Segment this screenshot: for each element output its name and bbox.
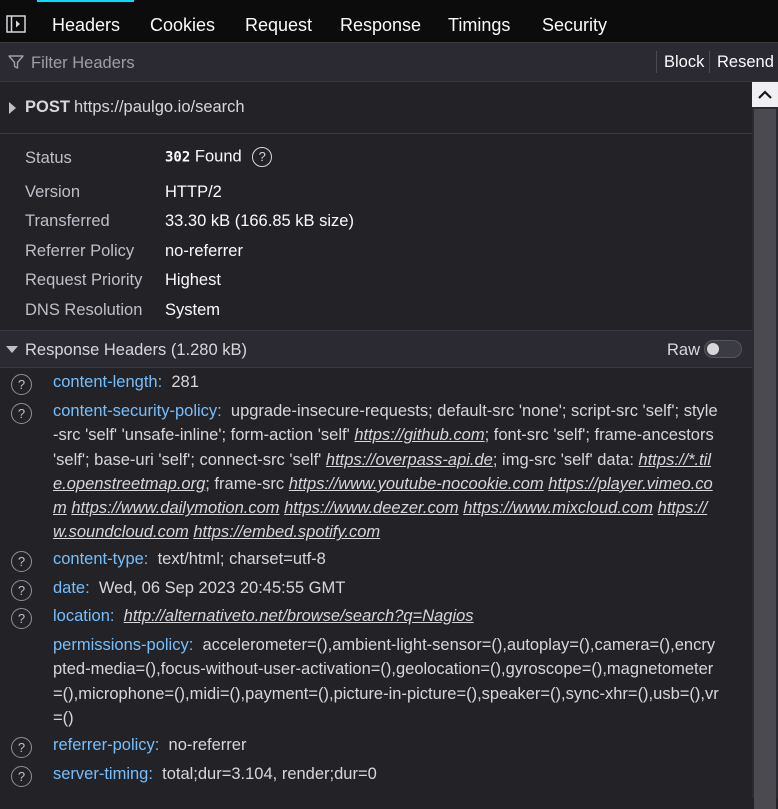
request-priority-label: Request Priority xyxy=(25,271,143,289)
status-value: 302 Found ? xyxy=(165,147,273,167)
header-value: no-referrer xyxy=(168,736,247,754)
header-name: permissions-policy: xyxy=(53,636,194,654)
scrollbar[interactable] xyxy=(752,82,778,809)
header-help-icon[interactable]: ? xyxy=(11,608,32,629)
version-label: Version xyxy=(25,183,81,201)
version-value: HTTP/2 xyxy=(165,183,222,201)
header-value-link[interactable]: https://github.com xyxy=(354,426,484,444)
header-text: content-length: 281 xyxy=(53,370,721,394)
summary-row-transferred: Transferred 33.30 kB (166.85 kB size) xyxy=(0,212,752,238)
summary-row-version: Version HTTP/2 xyxy=(0,183,752,209)
header-name: location: xyxy=(53,607,115,625)
header-help-icon[interactable]: ? xyxy=(11,766,32,787)
header-name: date: xyxy=(53,579,90,597)
header-value: 281 xyxy=(171,373,199,391)
collapse-arrow-icon[interactable] xyxy=(6,346,18,353)
header-help-icon[interactable]: ? xyxy=(11,737,32,758)
block-button[interactable]: Block xyxy=(664,50,704,74)
tab-request[interactable]: Request xyxy=(230,0,327,42)
request-summary: Status 302 Found ? Version HTTP/2 Transf… xyxy=(0,134,752,330)
header-value-link[interactable]: https://overpass-api.de xyxy=(326,451,493,469)
headers-panel: POST https://paulgo.io/search Status 302… xyxy=(0,82,752,798)
tab-timings[interactable]: Timings xyxy=(433,0,525,42)
status-text: Found xyxy=(194,147,242,166)
header-text: permissions-policy: accelerometer=(),amb… xyxy=(53,633,721,730)
header-text: referrer-policy: no-referrer xyxy=(53,733,721,757)
header-text: content-type: text/html; charset=utf-8 xyxy=(53,547,721,571)
toolbar-divider xyxy=(656,51,657,73)
header-value-link[interactable]: http://alternativeto.net/browse/search?q… xyxy=(124,607,474,625)
header-value-link[interactable]: https://www.dailymotion.com xyxy=(71,499,279,517)
header-value-link[interactable]: https://embed.spotify.com xyxy=(193,523,380,541)
response-headers-section[interactable]: Response Headers (1.280 kB) Raw xyxy=(0,330,752,368)
header-value-text: ; img-src 'self' data: xyxy=(492,450,639,469)
transferred-label: Transferred xyxy=(25,212,110,230)
header-value: total;dur=3.104, render;dur=0 xyxy=(162,765,377,783)
header-text: location: http://alternativeto.net/brows… xyxy=(53,604,721,628)
header-text: content-security-policy: upgrade-insecur… xyxy=(53,399,721,545)
expand-arrow-icon[interactable] xyxy=(9,102,16,114)
request-url: https://paulgo.io/search xyxy=(74,98,245,116)
filter-headers-input[interactable] xyxy=(29,49,633,77)
header-name: content-type: xyxy=(53,550,149,568)
header-name: content-length: xyxy=(53,373,163,391)
header-help-icon[interactable]: ? xyxy=(11,374,32,395)
resend-button[interactable]: Resend xyxy=(717,50,774,74)
transferred-value: 33.30 kB (166.85 kB size) xyxy=(165,212,354,230)
request-line[interactable]: POST https://paulgo.io/search xyxy=(0,82,752,134)
header-help-icon[interactable]: ? xyxy=(11,551,32,572)
referrer-policy-value: no-referrer xyxy=(165,242,243,260)
raw-label: Raw xyxy=(667,341,701,359)
header-value: text/html; charset=utf-8 xyxy=(157,550,326,568)
status-code: 302 xyxy=(165,149,191,166)
header-value-text: ; frame-src xyxy=(205,474,289,493)
referrer-policy-label: Referrer Policy xyxy=(25,242,135,260)
summary-row-status: Status 302 Found ? xyxy=(0,147,752,175)
tab-cookies[interactable]: Cookies xyxy=(135,0,230,42)
summary-row-referrer: Referrer Policy no-referrer xyxy=(0,242,752,268)
header-name: content-security-policy: xyxy=(53,402,222,420)
scroll-thumb[interactable] xyxy=(754,109,776,809)
header-value-link[interactable]: https://www.mixcloud.com xyxy=(463,499,653,517)
header-name: server-timing: xyxy=(53,765,153,783)
status-help-icon[interactable]: ? xyxy=(252,147,273,167)
response-headers-title: Response Headers (1.280 kB) xyxy=(25,341,247,359)
request-method: POST xyxy=(25,98,70,116)
header-value: Wed, 06 Sep 2023 20:45:55 GMT xyxy=(98,579,346,597)
tab-security[interactable]: Security xyxy=(527,0,622,42)
dns-resolution-value: System xyxy=(165,301,221,319)
tab-headers[interactable]: Headers xyxy=(37,0,134,42)
status-label: Status xyxy=(25,149,72,167)
toggle-sidebar-icon[interactable] xyxy=(6,15,26,33)
chevron-up-icon xyxy=(758,90,772,99)
header-help-icon[interactable]: ? xyxy=(11,580,32,601)
header-value-link[interactable]: https://www.deezer.com xyxy=(284,499,459,517)
header-text: date: Wed, 06 Sep 2023 20:45:55 GMT xyxy=(53,576,721,600)
header-text: server-timing: total;dur=3.104, render;d… xyxy=(53,762,721,786)
summary-row-dns: DNS Resolution System xyxy=(0,301,752,327)
toggle-knob xyxy=(707,343,719,355)
header-value-link[interactable]: https://www.youtube-nocookie.com xyxy=(289,475,544,493)
header-help-icon[interactable]: ? xyxy=(11,403,32,424)
tab-bar: Headers Cookies Request Response Timings… xyxy=(0,0,778,43)
request-priority-value: Highest xyxy=(165,271,221,289)
dns-resolution-label: DNS Resolution xyxy=(25,301,143,319)
scroll-up-button[interactable] xyxy=(752,82,778,107)
filter-icon xyxy=(8,55,24,69)
filter-toolbar: Block Resend xyxy=(0,43,778,82)
tab-response[interactable]: Response xyxy=(325,0,436,42)
summary-row-priority: Request Priority Highest xyxy=(0,271,752,297)
toolbar-divider xyxy=(709,51,710,73)
raw-toggle[interactable] xyxy=(704,340,742,358)
header-name: referrer-policy: xyxy=(53,736,160,754)
